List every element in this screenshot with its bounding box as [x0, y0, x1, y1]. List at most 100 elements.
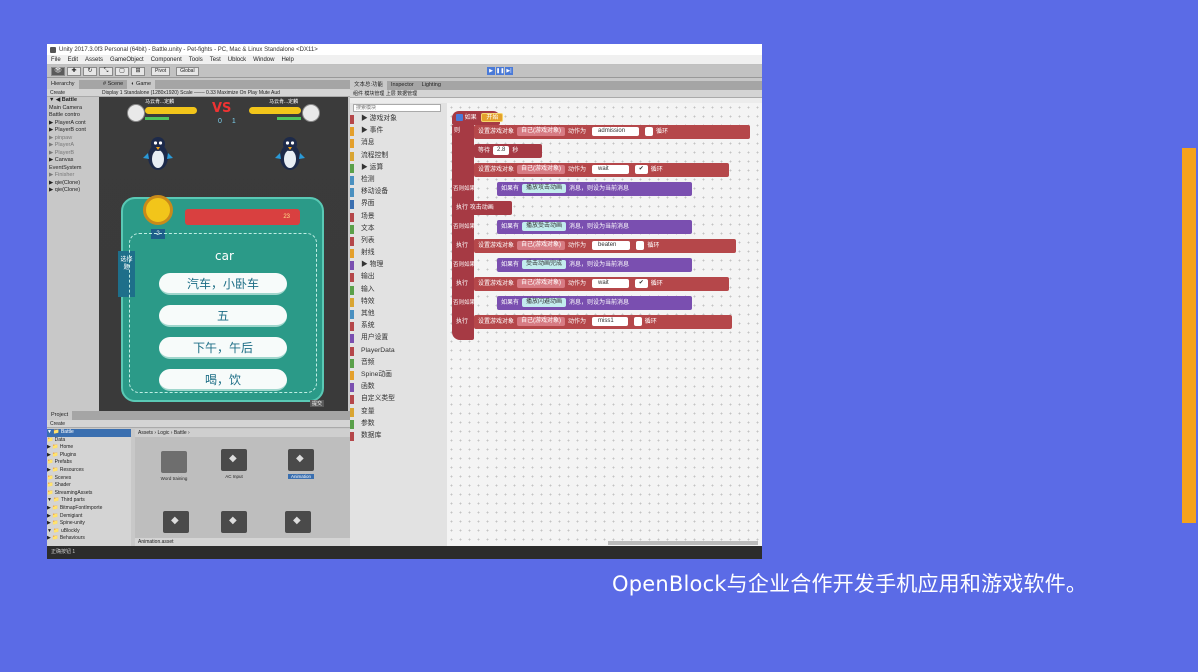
hierarchy-item[interactable]: ▶ PlayerA cont: [49, 120, 99, 128]
tab-lighting[interactable]: Lighting: [418, 81, 445, 90]
hierarchy-item[interactable]: EventSystem: [49, 165, 99, 173]
menu-tools[interactable]: Tools: [189, 57, 203, 63]
anim-field-wait[interactable]: wait: [592, 164, 629, 174]
submit-button[interactable]: 提交: [310, 400, 325, 407]
tab-project[interactable]: Project: [47, 411, 73, 420]
asset-item[interactable]: AC Input: [217, 449, 251, 479]
hierarchy-item[interactable]: ▶ PlayerA: [49, 142, 99, 150]
set-anim-beaten-block[interactable]: 设置游戏对象 自己(游戏对象) 动作为 beaten 循环: [474, 239, 736, 253]
self-obj-field[interactable]: 自己(游戏对象): [517, 278, 566, 288]
has-msg-block-4[interactable]: 如果有 播放闪避动画 消息，则设为当前消息: [497, 296, 692, 310]
project-breadcrumb[interactable]: Assets › Logic › Battle ›: [135, 429, 350, 437]
game-view-options[interactable]: Display 1 Standalone (1280x1920) Scale ─…: [99, 89, 350, 97]
set-anim-wait-block-2[interactable]: 设置游戏对象 自己(游戏对象) 动作为 wait ✔ 循环: [474, 277, 729, 291]
has-msg-block-1[interactable]: 如果有 播放攻击动画 消息，则设为当前消息: [497, 182, 692, 196]
scale-tool-icon[interactable]: ⤡: [99, 66, 113, 76]
menu-component[interactable]: Component: [151, 57, 182, 63]
set-anim-admission-block[interactable]: 设置游戏对象 自己(游戏对象) 动作为 admission 循环: [474, 125, 750, 139]
loop-checkbox[interactable]: [645, 126, 654, 136]
hierarchy-item[interactable]: ▶ PlayerB cont: [49, 127, 99, 135]
anim-field-miss[interactable]: miss1: [592, 316, 628, 326]
answer-option-2[interactable]: 五: [159, 305, 287, 327]
self-obj-field[interactable]: 自己(游戏对象): [517, 316, 566, 326]
self-obj-field[interactable]: 自己(游戏对象): [517, 240, 566, 250]
wait-seconds-field[interactable]: 2.8: [493, 145, 510, 155]
start-event-field[interactable]: 开始: [481, 112, 504, 122]
block-category-item[interactable]: Spine动画: [350, 369, 447, 381]
project-folder-item[interactable]: ▼ 📁 uBlockly: [47, 528, 131, 536]
project-folder-item[interactable]: ▶ 📁 Resources: [47, 467, 131, 475]
rotate-tool-icon[interactable]: ↻: [83, 66, 97, 76]
tab-game[interactable]: ◐ Game: [127, 80, 156, 89]
project-folder-item[interactable]: ▶ 📁 Home: [47, 444, 131, 452]
msg-field-4[interactable]: 播放闪避动画: [522, 297, 567, 307]
block-category-item[interactable]: 列表: [350, 235, 447, 247]
pivot-toggle[interactable]: Pivot: [151, 66, 171, 76]
project-folder-item[interactable]: 📁 StreamingAssets: [47, 490, 131, 498]
msg-field-3[interactable]: 受击动画完成: [522, 259, 567, 269]
anim-field-beaten[interactable]: beaten: [592, 240, 631, 250]
block-category-item[interactable]: 移动设备: [350, 186, 447, 198]
block-search-input[interactable]: [353, 104, 441, 112]
move-tool-icon[interactable]: ✚: [67, 66, 81, 76]
block-category-item[interactable]: 数据库: [350, 430, 447, 442]
asset-item[interactable]: [159, 511, 193, 536]
project-folder-item[interactable]: ▶ 📁 BitmapFontImporte: [47, 505, 131, 513]
pause-icon[interactable]: ❚❚: [496, 67, 504, 75]
block-category-item[interactable]: 参数: [350, 418, 447, 430]
block-category-item[interactable]: 文本: [350, 223, 447, 235]
hierarchy-item[interactable]: ▶ Canvas: [49, 157, 99, 165]
msg-field-1[interactable]: 播放攻击动画: [522, 183, 567, 193]
project-folder-item[interactable]: 📁 Shader: [47, 482, 131, 490]
block-category-item[interactable]: 检测: [350, 174, 447, 186]
menu-file[interactable]: File: [51, 57, 61, 63]
block-category-item[interactable]: 输出: [350, 271, 447, 283]
anim-field-wait-2[interactable]: wait: [592, 278, 629, 288]
gear-icon[interactable]: [456, 113, 463, 121]
hierarchy-item[interactable]: Battle contro: [49, 112, 99, 120]
loop-checkbox[interactable]: [633, 316, 642, 326]
block-category-item[interactable]: ▶ 物理: [350, 259, 447, 271]
block-category-item[interactable]: 输入: [350, 284, 447, 296]
anim-field-admission[interactable]: admission: [592, 126, 640, 136]
step-icon[interactable]: ▶|: [505, 67, 513, 75]
hierarchy-item[interactable]: ▶ Finisher: [49, 172, 99, 180]
asset-item[interactable]: [281, 511, 315, 536]
project-folder-item[interactable]: ▼ 📁 Third parts: [47, 497, 131, 505]
menu-window[interactable]: Window: [253, 57, 274, 63]
menu-help[interactable]: Help: [281, 57, 293, 63]
hierarchy-item[interactable]: ▶ qie(Clone): [49, 187, 99, 195]
block-category-item[interactable]: 界面: [350, 198, 447, 210]
loop-checkbox[interactable]: [636, 240, 645, 250]
set-anim-miss-block[interactable]: 设置游戏对象 自己(游戏对象) 动作为 miss1 循环: [474, 315, 732, 329]
project-folder-item[interactable]: 📁 Prefabs: [47, 459, 131, 467]
hierarchy-item[interactable]: ▼ ◀ Battle: [49, 97, 99, 105]
menu-test[interactable]: Test: [210, 57, 221, 63]
block-category-item[interactable]: 消息: [350, 137, 447, 149]
has-msg-block-2[interactable]: 如果有 播放受击动画 消息，则设为当前消息: [497, 220, 692, 234]
hierarchy-create-button[interactable]: Create: [47, 89, 99, 97]
tab-hierarchy[interactable]: Hierarchy: [47, 80, 79, 89]
project-folder-item[interactable]: ▶ 📁 Spine-unity: [47, 520, 131, 528]
set-anim-wait-block[interactable]: 设置游戏对象 自己(游戏对象) 动作为 wait ✔ 循环: [474, 163, 729, 177]
loop-checkbox-checked[interactable]: ✔: [634, 164, 648, 174]
project-folder-item[interactable]: ▶ 📁 Behaviours: [47, 535, 131, 543]
project-folder-item[interactable]: 📁 Scenes: [47, 475, 131, 483]
block-category-item[interactable]: 变量: [350, 406, 447, 418]
block-category-item[interactable]: ▶ 事件: [350, 125, 447, 137]
answer-option-4[interactable]: 喝，饮: [159, 369, 287, 391]
workspace-scrollbar[interactable]: [608, 541, 758, 545]
hierarchy-item[interactable]: ▶ qie(Clone): [49, 180, 99, 188]
block-category-item[interactable]: 音频: [350, 357, 447, 369]
tab-block-editor[interactable]: 文本总:功能: [350, 81, 388, 90]
block-category-item[interactable]: 特效: [350, 296, 447, 308]
block-workspace[interactable]: 如果 开始 则 设置游戏对象 自己(游戏对象) 动作为 admission 循环 等待…: [447, 103, 762, 546]
menu-gameobject[interactable]: GameObject: [110, 57, 144, 63]
project-create-button[interactable]: Create: [47, 420, 350, 428]
hierarchy-item[interactable]: ▶ PlayerB: [49, 150, 99, 158]
rect-tool-icon[interactable]: ▢: [115, 66, 129, 76]
self-obj-field[interactable]: 自己(游戏对象): [517, 164, 566, 174]
if-block[interactable]: 如果 开始: [452, 111, 504, 125]
block-category-item[interactable]: 用户设置: [350, 332, 447, 344]
block-category-item[interactable]: 自定义类型: [350, 393, 447, 405]
